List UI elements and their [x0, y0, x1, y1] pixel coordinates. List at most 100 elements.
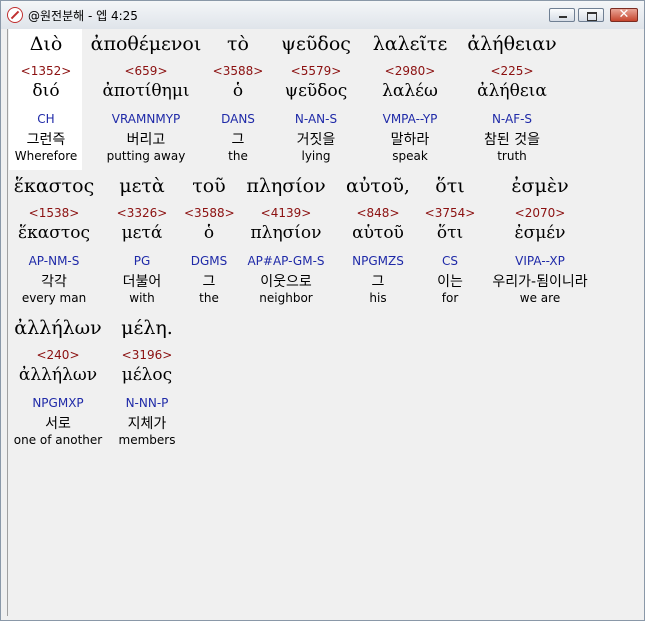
- strongs-number[interactable]: <4139>: [234, 206, 338, 220]
- english-gloss: one of another: [13, 433, 103, 447]
- strongs-number[interactable]: <225>: [456, 64, 568, 78]
- maximize-icon: [587, 12, 597, 21]
- greek-word: τοῦ: [192, 175, 226, 197]
- english-gloss: truth: [497, 149, 527, 163]
- korean-gloss: 말하라: [390, 132, 430, 148]
- lemma: αὑτοῦ: [352, 223, 404, 243]
- lemma: διό: [32, 81, 60, 101]
- close-button[interactable]: ✕: [610, 7, 638, 22]
- english-gloss: the: [199, 291, 219, 305]
- korean-gloss: 버리고: [126, 132, 166, 148]
- strongs-number[interactable]: <3196>: [108, 348, 186, 362]
- english-gloss: for: [441, 291, 459, 305]
- lemma: ψεῦδος: [284, 81, 348, 101]
- verse-line: Διὸ <1352> διό CH 그런즉 Wherefore ἀποθέμεν…: [8, 29, 642, 169]
- english-gloss: we are: [519, 291, 561, 305]
- parse-code[interactable]: VRAMNMYP: [84, 112, 208, 126]
- english-gloss: the: [228, 149, 248, 163]
- minimize-button[interactable]: [549, 8, 575, 22]
- parse-code[interactable]: N-AN-S: [268, 112, 364, 126]
- parse-code[interactable]: N-NN-P: [108, 396, 186, 410]
- lemma: ἐσμέν: [514, 223, 566, 243]
- greek-word: ἐσμὲν: [511, 175, 569, 197]
- lemma: ἕκαστος: [18, 223, 90, 243]
- parse-code[interactable]: VMPA--YP: [364, 112, 456, 126]
- verse-line: ἀλλήλων <240> ἀλλήλων NPGMXP 서로 one of a…: [8, 313, 642, 453]
- english-gloss: every man: [21, 291, 87, 305]
- parse-code[interactable]: CS: [418, 254, 482, 268]
- strongs-number[interactable]: <659>: [84, 64, 208, 78]
- greek-word: πλησίον: [246, 175, 326, 197]
- lemma: ἀλήθεια: [477, 81, 547, 101]
- greek-word: μέλη.: [121, 317, 173, 339]
- lemma: ὁ: [232, 81, 244, 101]
- parse-code[interactable]: AP#AP-GM-S: [234, 254, 338, 268]
- korean-gloss: 그: [231, 132, 245, 148]
- maximize-button[interactable]: [578, 8, 604, 22]
- greek-word: τὸ: [227, 33, 249, 55]
- greek-word: λαλεῖτε: [372, 33, 448, 55]
- english-gloss: lying: [301, 149, 331, 163]
- parse-code[interactable]: AP-NM-S: [8, 254, 100, 268]
- parse-code[interactable]: DANS: [208, 112, 268, 126]
- lemma: μετά: [121, 223, 163, 243]
- korean-gloss: 그: [371, 274, 385, 290]
- strongs-number[interactable]: <848>: [338, 206, 418, 220]
- greek-word: αὐτοῦ,: [346, 175, 410, 197]
- greek-word: μετὰ: [119, 175, 165, 197]
- korean-gloss: 거짓을: [296, 132, 336, 148]
- lemma: ὅτι: [436, 223, 464, 243]
- greek-word: Διὸ: [29, 33, 63, 55]
- lemma: μέλος: [121, 365, 173, 385]
- greek-word: ἀποθέμενοι: [90, 33, 202, 55]
- parse-code[interactable]: DGMS: [184, 254, 234, 268]
- korean-gloss: 우리가-됨이니라: [492, 274, 588, 290]
- english-gloss: his: [369, 291, 387, 305]
- parse-code[interactable]: CH: [8, 112, 84, 126]
- lemma: λαλέω: [382, 81, 438, 101]
- verse-line: ἕκαστος <1538> ἕκαστος AP-NM-S 각각 every …: [8, 171, 642, 311]
- lemma: πλησίον: [250, 223, 322, 243]
- title-bar[interactable]: @원전분해 - 엡 4:25 ✕: [1, 1, 644, 29]
- parse-code[interactable]: N-AF-S: [456, 112, 568, 126]
- app-icon[interactable]: [7, 7, 23, 23]
- interlinear-view: Διὸ <1352> διό CH 그런즉 Wherefore ἀποθέμεν…: [7, 29, 642, 616]
- lemma: ἀποτίθημι: [102, 81, 190, 101]
- strongs-number[interactable]: <3754>: [418, 206, 482, 220]
- close-icon: ✕: [618, 7, 630, 22]
- parse-code[interactable]: NPGMXP: [8, 396, 108, 410]
- english-gloss: putting away: [106, 149, 186, 163]
- greek-word: ψεῦδος: [281, 33, 351, 55]
- korean-gloss: 이는: [437, 274, 463, 290]
- strongs-number[interactable]: <2980>: [364, 64, 456, 78]
- parse-code[interactable]: VIPA--XP: [482, 254, 598, 268]
- lemma: ὁ: [203, 223, 215, 243]
- parse-code[interactable]: PG: [100, 254, 184, 268]
- strongs-number[interactable]: <5579>: [268, 64, 364, 78]
- english-gloss: neighbor: [259, 291, 313, 305]
- minimize-icon: [559, 16, 567, 18]
- english-gloss: members: [118, 433, 176, 447]
- strongs-number[interactable]: <3326>: [100, 206, 184, 220]
- window-title: @원전분해 - 엡 4:25: [28, 9, 138, 23]
- korean-gloss: 이웃으로: [260, 274, 312, 290]
- korean-gloss: 참된 것을: [484, 132, 540, 148]
- app-window: @원전분해 - 엡 4:25 ✕ Διὸ <1352> διό CH 그런즉 W…: [0, 0, 645, 621]
- parse-code[interactable]: NPGMZS: [338, 254, 418, 268]
- strongs-number[interactable]: <3588>: [184, 206, 235, 220]
- strongs-number[interactable]: <2070>: [482, 206, 598, 220]
- greek-word: ἕκαστος: [13, 175, 95, 197]
- strongs-number[interactable]: <240>: [8, 348, 108, 362]
- english-gloss: Wherefore: [14, 149, 78, 163]
- greek-word: ἀλλήλων: [14, 317, 102, 339]
- greek-word: ἀλήθειαν: [467, 33, 557, 55]
- strongs-number[interactable]: <1352>: [8, 64, 84, 78]
- korean-gloss: 그런즉: [26, 132, 66, 148]
- strongs-number[interactable]: <3588>: [208, 64, 268, 78]
- lemma: ἀλλήλων: [18, 365, 98, 385]
- strongs-number[interactable]: <1538>: [8, 206, 100, 220]
- greek-word: ὅτι: [435, 175, 465, 197]
- english-gloss: with: [129, 291, 155, 305]
- korean-gloss: 더불어: [122, 274, 162, 290]
- korean-gloss: 각각: [41, 274, 67, 290]
